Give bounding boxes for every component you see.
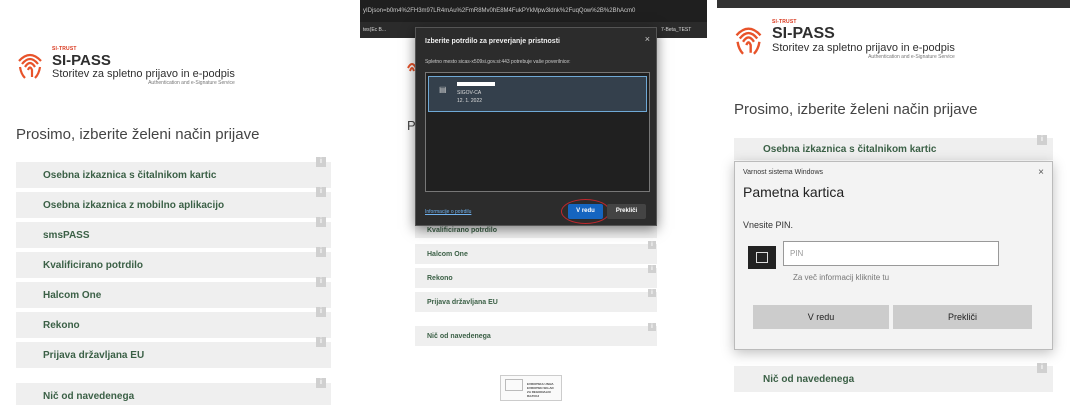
eu-flag-icon	[505, 379, 523, 391]
more-info-link[interactable]: Za več informacij kliknite tu	[793, 273, 889, 282]
si-pass-logo: SI-TRUST SI-PASS Storitev za spletno pri…	[15, 47, 235, 86]
option-halcom-one[interactable]: Halcom One	[415, 244, 657, 266]
option-eu-citizen[interactable]: Prijava državljana EU	[415, 292, 657, 314]
page-heading: Prosimo, izberite želeni način prijave	[16, 126, 260, 143]
dialog-title: Izberite potrdilo za preverjanje pristno…	[425, 38, 560, 45]
info-icon[interactable]: i	[648, 289, 656, 297]
brand-tagline-en: Authentication and e-Signature Service	[148, 80, 235, 86]
address-bar[interactable]: yIDjson=b0m4%2FH3m97LR4mAu%2FmR8Mv0hE8M4…	[360, 0, 707, 22]
info-icon[interactable]: i	[316, 337, 326, 347]
info-icon[interactable]: i	[1037, 135, 1047, 145]
info-icon[interactable]: i	[1037, 363, 1047, 373]
ok-button[interactable]: V redu	[753, 305, 889, 329]
eu-logo: EVROPSKA UNIJA EVROPSKI SKLAD ZA REGIONA…	[500, 375, 562, 401]
fingerprint-icon	[735, 27, 762, 55]
option-id-card-mobile[interactable]: Osebna izkaznica z mobilno aplikacijo	[16, 192, 331, 220]
dialog-description: Spletno mesto sicas-x509si.gov.si:443 po…	[425, 59, 571, 65]
cancel-button[interactable]: Prekliči	[893, 305, 1032, 329]
bookmark[interactable]: 7-Beta_TEST	[661, 22, 691, 38]
close-icon[interactable]: ×	[645, 34, 650, 44]
fingerprint-icon	[18, 53, 42, 79]
info-icon[interactable]: i	[648, 265, 656, 273]
brand-tagline: Storitev za spletno prijavo in e-podpis	[772, 42, 955, 54]
option-eu-citizen[interactable]: Prijava državljana EU	[16, 342, 331, 370]
certificate-issuer: SIGOV-CA	[457, 90, 482, 96]
info-icon[interactable]: i	[316, 307, 326, 317]
certificate-date: 12. 1. 2022	[457, 98, 483, 104]
windows-security-dialog: Varnost sistema Windows × Pametna kartic…	[734, 161, 1053, 350]
info-icon[interactable]: i	[316, 217, 326, 227]
si-pass-logo: SI-TRUST SI-PASS Storitev za spletno pri…	[732, 20, 955, 60]
option-id-card-reader[interactable]: Osebna izkaznica s čitalnikom kartic	[16, 162, 331, 190]
brand-tagline: Storitev za spletno prijavo in e-podpis	[52, 68, 235, 80]
pin-prompt: Vnesite PIN.	[743, 220, 794, 230]
brand-tagline-en: Authentication and e-Signature Service	[868, 54, 955, 60]
pin-input[interactable]: PIN	[783, 241, 999, 266]
option-none[interactable]: Nič od navedenega	[16, 383, 331, 405]
info-icon[interactable]: i	[316, 277, 326, 287]
bookmark[interactable]: tes(Ec B...	[363, 22, 386, 38]
ok-button[interactable]: V redu	[568, 204, 603, 219]
option-rekono[interactable]: Rekono	[415, 268, 657, 290]
cancel-button[interactable]: Prekliči	[607, 204, 646, 219]
smart-card-icon	[748, 246, 776, 269]
info-icon[interactable]: i	[316, 378, 326, 388]
dialog-title: Varnost sistema Windows	[743, 169, 824, 176]
option-qualified-cert[interactable]: Kvalificirano potrdilo	[16, 252, 331, 280]
option-none[interactable]: Nič od navedenega	[415, 326, 657, 348]
certificate-name-redacted	[457, 82, 495, 86]
brand-name: SI-PASS	[52, 52, 111, 69]
info-icon[interactable]: i	[648, 323, 656, 331]
option-halcom-one[interactable]: Halcom One	[16, 282, 331, 310]
close-icon[interactable]: ×	[1038, 167, 1044, 178]
certificate-item[interactable]: ▤ SIGOV-CA 12. 1. 2022	[428, 76, 647, 112]
option-id-card-reader[interactable]: Osebna izkaznica s čitalnikom kartic	[734, 138, 1053, 162]
info-icon[interactable]: i	[316, 187, 326, 197]
certificate-info-link[interactable]: Informacije o potrdilu	[425, 209, 471, 215]
brand-name: SI-PASS	[772, 25, 835, 42]
info-icon[interactable]: i	[316, 247, 326, 257]
pin-placeholder: PIN	[790, 249, 804, 258]
eu-logo-line: ZA REGIONALNI RAZVOJ	[527, 390, 551, 398]
page-heading: Prosimo, izberite želeni način prijave	[734, 101, 978, 118]
option-smspass[interactable]: smsPASS	[16, 222, 331, 250]
panel-smart-card-pin: SI-TRUST SI-PASS Storitev za spletno pri…	[717, 0, 1070, 405]
panel-login-options: SI-TRUST SI-PASS Storitev za spletno pri…	[0, 0, 347, 405]
certificate-icon: ▤	[439, 85, 447, 94]
info-icon[interactable]: i	[316, 157, 326, 167]
top-bar	[717, 0, 1070, 8]
certificate-list[interactable]: ▤ SIGOV-CA 12. 1. 2022	[425, 72, 650, 192]
option-none[interactable]: Nič od navedenega	[734, 366, 1053, 394]
dialog-heading: Pametna kartica	[743, 184, 845, 200]
option-rekono[interactable]: Rekono	[16, 312, 331, 340]
panel-certificate-select: yIDjson=b0m4%2FH3m97LR4mAu%2FmR8Mv0hE8M4…	[360, 0, 707, 405]
info-icon[interactable]: i	[648, 241, 656, 249]
certificate-dialog: Izberite potrdilo za preverjanje pristno…	[415, 27, 657, 226]
